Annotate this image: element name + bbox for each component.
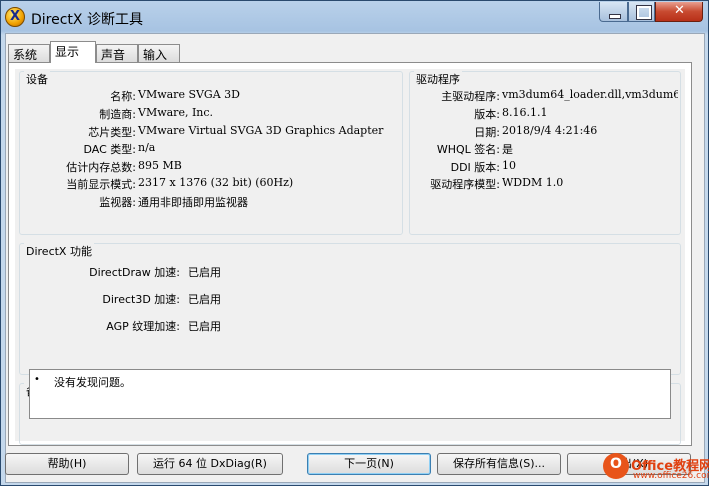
device-monitor-value: 通用非即插即用监视器 [138,196,248,209]
client-area: 系统 显示 声音 输入 设备 名称: VMware SVGA 3D 制造商: V… [5,33,705,483]
device-memory-label: 估计内存总数: [66,161,136,174]
dxdiag-window: X DirectX 诊断工具 ✕ 系统 显示 声音 输入 设备 名称: VMwa… [0,0,709,486]
device-monitor-label: 监视器: [99,196,136,209]
driver-main-label: 主驱动程序: [441,90,500,103]
agp-label: AGP 纹理加速: [106,320,180,333]
tab-input[interactable]: 输入 [138,44,180,62]
driver-model-label: 驱动程序模型: [430,178,500,191]
watermark: O Office教程网 www.office26.com [597,449,709,486]
close-button[interactable]: ✕ [655,2,703,22]
driver-date-label: 日期: [474,126,500,139]
directx-features-group: DirectX 功能 DirectDraw 加速: 已启用 Direct3D 加… [19,243,681,375]
device-name-label: 名称: [110,90,136,103]
help-button[interactable]: 帮助(H) [5,453,129,475]
title-bar[interactable]: X DirectX 诊断工具 ✕ [1,1,708,33]
notes-textbox[interactable]: • 没有发现问题。 [29,369,671,419]
display-tab-page: 设备 名称: VMware SVGA 3D 制造商: VMware, Inc. … [8,62,692,446]
watermark-url: www.office26.com [633,471,709,481]
directdraw-label: DirectDraw 加速: [89,266,180,279]
driver-date-value: 2018/9/4 4:21:46 [502,124,598,137]
driver-version-value: 8.16.1.1 [502,106,548,119]
office-logo-icon: O [603,453,629,479]
device-manufacturer-value: VMware, Inc. [138,106,214,119]
direct3d-value: 已启用 [188,293,221,306]
office-logo-glyph: O [610,456,622,472]
device-memory-value: 895 MB [138,159,182,172]
device-group: 设备 名称: VMware SVGA 3D 制造商: VMware, Inc. … [19,71,403,235]
driver-whql-label: WHQL 签名: [436,143,500,156]
minimize-button[interactable] [599,2,628,22]
device-chip-type-label: 芯片类型: [88,126,136,139]
close-icon: ✕ [674,3,685,18]
device-chip-type-value: VMware Virtual SVGA 3D Graphics Adapter [138,124,384,137]
driver-ddi-value: 10 [502,159,516,172]
direct3d-label: Direct3D 加速: [102,293,180,306]
tab-sound[interactable]: 声音 [96,44,138,62]
device-manufacturer-label: 制造商: [99,108,136,121]
directx-icon-glyph: X [10,9,21,24]
tab-display[interactable]: 显示 [50,41,96,63]
directx-app-icon: X [5,7,25,27]
features-group-title: DirectX 功能 [24,243,94,259]
device-dac-type-label: DAC 类型: [83,143,137,156]
notes-item: 没有发现问题。 [54,376,131,389]
run-64bit-dxdiag-button[interactable]: 运行 64 位 DxDiag(R) [137,453,283,475]
driver-group-title: 驱动程序 [414,71,462,87]
driver-version-label: 版本: [474,108,500,121]
driver-ddi-label: DDI 版本: [450,161,500,174]
next-page-button[interactable]: 下一页(N) [307,453,431,475]
save-all-info-button[interactable]: 保存所有信息(S)... [437,453,561,475]
driver-model-value: WDDM 1.0 [502,176,564,189]
directdraw-value: 已启用 [188,266,221,279]
window-title: DirectX 诊断工具 [31,12,143,28]
device-display-mode-value: 2317 x 1376 (32 bit) (60Hz) [138,176,294,189]
device-name-value: VMware SVGA 3D [138,88,240,101]
driver-group: 驱动程序 主驱动程序: vm3dum64_loader.dll,vm3dum64… [409,71,681,235]
driver-whql-value: 是 [502,143,513,156]
device-group-title: 设备 [24,71,50,87]
maximize-button[interactable] [628,2,655,22]
device-display-mode-label: 当前显示模式: [66,178,136,191]
notes-bullet: • [34,374,40,385]
driver-main-value: vm3dum64_loader.dll,vm3dum64_1 [502,88,678,101]
agp-value: 已启用 [188,320,221,333]
tab-system[interactable]: 系统 [8,44,50,62]
device-dac-type-value: n/a [138,141,156,154]
